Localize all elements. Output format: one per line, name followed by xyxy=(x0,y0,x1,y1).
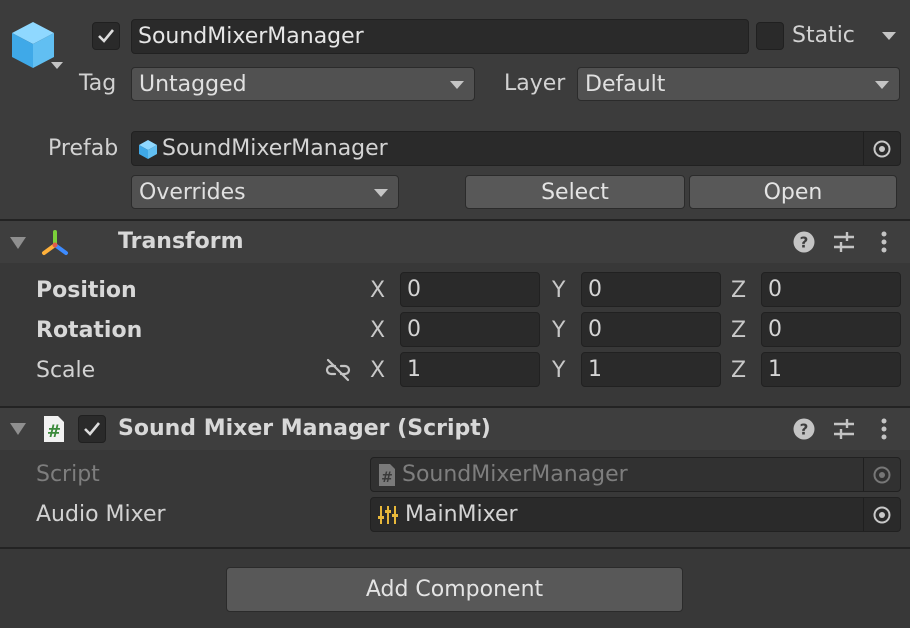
scale-x-label[interactable]: X xyxy=(370,358,385,383)
open-button-label: Open xyxy=(763,179,823,205)
layer-dropdown[interactable]: Default xyxy=(577,67,900,101)
object-picker-icon xyxy=(863,458,900,491)
foldout-arrow-icon[interactable] xyxy=(10,423,26,435)
position-x-label[interactable]: X xyxy=(370,278,385,303)
layer-value: Default xyxy=(585,71,666,97)
rotation-x-value: 0 xyxy=(407,317,421,342)
select-button-label: Select xyxy=(541,179,609,205)
rotation-label: Rotation xyxy=(36,318,143,343)
position-y-input[interactable]: 0 xyxy=(581,272,721,307)
foldout-arrow-icon[interactable] xyxy=(10,237,26,249)
help-icon[interactable]: ? xyxy=(792,417,816,441)
kebab-menu-icon[interactable] xyxy=(876,230,892,254)
position-y-label[interactable]: Y xyxy=(552,278,565,303)
scale-x-value: 1 xyxy=(407,357,421,382)
audio-mixer-icon xyxy=(378,505,398,524)
audio-mixer-value: MainMixer xyxy=(405,502,518,527)
layer-label: Layer xyxy=(504,71,566,96)
tag-value: Untagged xyxy=(139,71,247,97)
rotation-z-input[interactable]: 0 xyxy=(761,312,901,347)
script-value: SoundMixerManager xyxy=(402,462,628,487)
object-name-value: SoundMixerManager xyxy=(138,24,364,49)
prefab-field[interactable]: SoundMixerManager xyxy=(131,131,901,166)
rotation-y-value: 0 xyxy=(588,317,602,342)
scale-z-label[interactable]: Z xyxy=(731,358,746,383)
transform-axes-icon xyxy=(40,228,70,258)
position-z-label[interactable]: Z xyxy=(731,278,746,303)
prefab-cube-icon xyxy=(139,139,157,159)
overrides-label: Overrides xyxy=(139,179,246,205)
static-toggle[interactable] xyxy=(756,22,784,50)
rotation-x-input[interactable]: 0 xyxy=(400,312,540,347)
script-field: # SoundMixerManager xyxy=(370,457,901,492)
script-label: Script xyxy=(36,462,100,487)
active-toggle[interactable] xyxy=(92,22,120,50)
svg-text:?: ? xyxy=(800,421,809,439)
rotation-z-value: 0 xyxy=(768,317,782,342)
presets-icon[interactable] xyxy=(832,230,856,254)
presets-icon[interactable] xyxy=(832,417,856,441)
select-button[interactable]: Select xyxy=(465,175,685,209)
rotation-z-label[interactable]: Z xyxy=(731,318,746,343)
object-picker-icon[interactable] xyxy=(863,498,900,531)
svg-text:#: # xyxy=(381,470,393,486)
object-name-input[interactable]: SoundMixerManager xyxy=(131,19,749,54)
rotation-x-label[interactable]: X xyxy=(370,318,385,343)
position-z-input[interactable]: 0 xyxy=(761,272,901,307)
scale-label: Scale xyxy=(36,358,96,383)
audio-mixer-field[interactable]: MainMixer xyxy=(370,497,901,532)
scale-z-input[interactable]: 1 xyxy=(761,352,901,387)
add-component-label: Add Component xyxy=(365,577,544,602)
scale-y-value: 1 xyxy=(588,357,602,382)
add-component-button[interactable]: Add Component xyxy=(226,567,683,612)
unlinked-scale-icon[interactable] xyxy=(324,357,352,383)
static-dropdown-arrow-icon[interactable] xyxy=(882,32,896,40)
tag-dropdown[interactable]: Untagged xyxy=(131,67,475,101)
position-x-value: 0 xyxy=(407,277,421,302)
static-label: Static xyxy=(792,23,855,48)
position-z-value: 0 xyxy=(768,277,782,302)
chevron-down-icon xyxy=(875,81,889,89)
scale-y-input[interactable]: 1 xyxy=(581,352,721,387)
kebab-menu-icon[interactable] xyxy=(876,417,892,441)
scale-z-value: 1 xyxy=(768,357,782,382)
position-x-input[interactable]: 0 xyxy=(400,272,540,307)
tag-label: Tag xyxy=(79,71,117,96)
transform-title: Transform xyxy=(118,229,244,254)
scale-x-input[interactable]: 1 xyxy=(400,352,540,387)
overrides-dropdown[interactable]: Overrides xyxy=(131,175,399,209)
script-enabled-toggle[interactable] xyxy=(78,415,106,443)
rotation-y-label[interactable]: Y xyxy=(552,318,565,343)
rotation-y-input[interactable]: 0 xyxy=(581,312,721,347)
help-icon[interactable]: ? xyxy=(792,230,816,254)
script-component-title: Sound Mixer Manager (Script) xyxy=(118,416,491,441)
divider xyxy=(0,547,910,549)
svg-text:?: ? xyxy=(800,234,809,252)
prefab-label: Prefab xyxy=(48,136,119,161)
position-label: Position xyxy=(36,278,137,303)
scale-y-label[interactable]: Y xyxy=(552,358,565,383)
csharp-script-icon: # xyxy=(42,415,66,443)
audio-mixer-label: Audio Mixer xyxy=(36,502,166,527)
script-file-icon: # xyxy=(379,463,395,486)
object-picker-icon[interactable] xyxy=(863,132,900,165)
icon-dropdown-arrow-icon[interactable] xyxy=(51,62,63,69)
prefab-value: SoundMixerManager xyxy=(162,136,388,161)
chevron-down-icon xyxy=(374,189,388,197)
chevron-down-icon xyxy=(450,81,464,89)
svg-text:#: # xyxy=(47,422,61,442)
open-button[interactable]: Open xyxy=(689,175,897,209)
position-y-value: 0 xyxy=(588,277,602,302)
